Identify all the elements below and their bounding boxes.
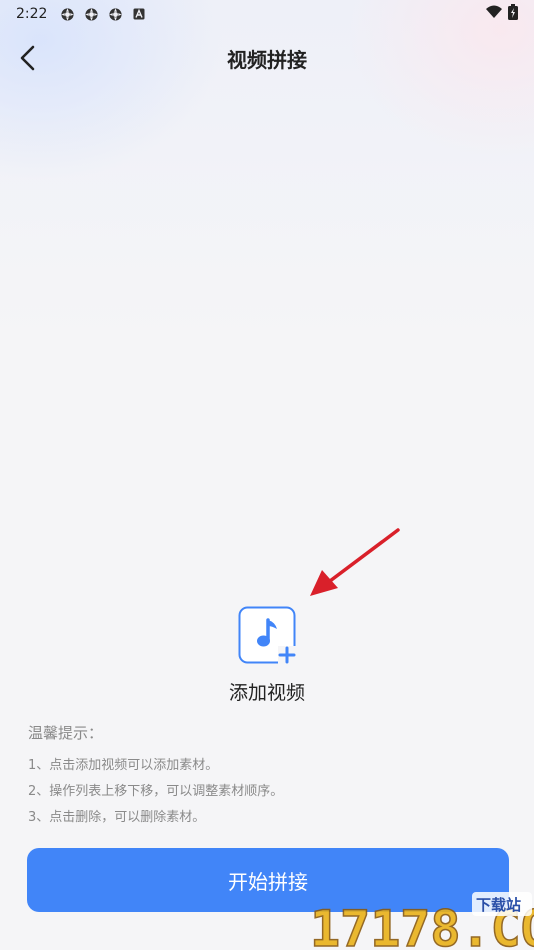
site-watermark: 17178.COM 下载站 (309, 892, 534, 950)
status-system-icons (486, 4, 518, 24)
add-video-button[interactable]: 添加视频 (0, 606, 534, 705)
tips-section: 温馨提示： 1、点击添加视频可以添加素材。 2、操作列表上移下移，可以调整素材顺… (28, 722, 283, 831)
gear-icon (107, 6, 123, 22)
status-time: 2:22 (16, 6, 48, 22)
navigation-bar: 视频拼接 (0, 34, 534, 82)
page-title: 视频拼接 (227, 47, 307, 72)
back-button[interactable] (10, 40, 46, 76)
tips-title: 温馨提示： (28, 724, 104, 742)
music-note-plus-icon (238, 606, 296, 664)
add-video-label: 添加视频 (228, 682, 305, 704)
status-bar: 2:22 (0, 0, 534, 28)
wifi-icon (486, 5, 502, 23)
gear-icon (83, 6, 99, 22)
tip-item: 2、操作列表上移下移，可以调整素材顺序。 (28, 784, 284, 799)
watermark-badge-text: 下载站 (476, 896, 521, 914)
battery-charging-icon (508, 4, 518, 24)
chevron-left-icon (20, 45, 35, 71)
gear-icon (59, 6, 75, 22)
tip-item: 3、点击删除，可以删除素材。 (28, 810, 206, 825)
a-badge-icon (131, 6, 147, 22)
status-notification-icons (59, 6, 147, 22)
annotation-arrow (310, 528, 400, 596)
tip-item: 1、点击添加视频可以添加素材。 (28, 758, 219, 773)
